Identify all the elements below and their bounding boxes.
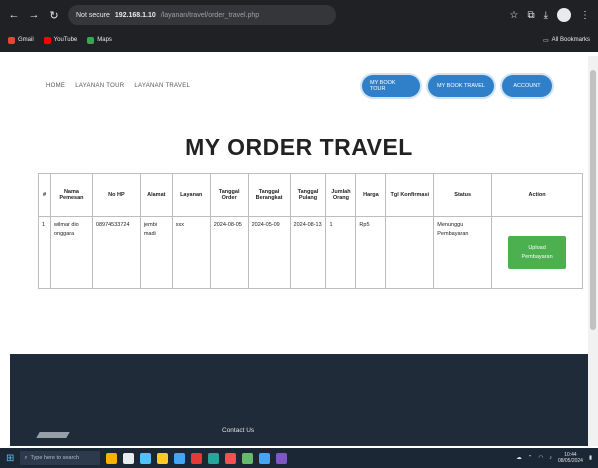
scrollbar-thumb[interactable] <box>590 70 596 330</box>
col-header-status: Status <box>433 173 493 217</box>
bookmark-maps[interactable]: Maps <box>87 36 112 44</box>
col-header-action: Action <box>491 173 583 217</box>
table-header-row: # Nama Pemesan No HP Alamat Layanan Tang… <box>38 173 583 217</box>
nav-links: HOME LAYANAN TOUR LAYANAN TRAVEL <box>46 83 190 89</box>
taskbar-app-icon[interactable] <box>157 452 169 464</box>
address-bar[interactable]: Not secure 192.168.1.10 /layanan/travel/… <box>68 5 336 25</box>
url-path: /layanan/travel/order_travel.php <box>160 11 260 19</box>
taskbar-app-icon[interactable] <box>242 452 254 464</box>
upload-pembayaran-button[interactable]: Upload Pembayaran <box>508 236 567 269</box>
weather-icon[interactable]: ☁ <box>516 455 522 461</box>
account-button[interactable]: ACCOUNT <box>502 75 552 97</box>
youtube-icon <box>43 36 51 44</box>
page-title: MY ORDER TRAVEL <box>185 134 413 160</box>
col-header-hp: No HP <box>91 173 141 217</box>
cell-tgl-konfirmasi <box>385 216 435 289</box>
taskbar-app-icon[interactable] <box>123 452 135 464</box>
footer-logo <box>36 432 70 438</box>
cell-tgl-order: 2024-08-05 <box>209 216 249 289</box>
cell-hp: 08974533724 <box>91 216 141 289</box>
contact-us-heading: Contact Us <box>222 427 255 434</box>
taskbar-app-icon[interactable] <box>140 452 152 464</box>
extensions-icon[interactable]: ⧉ <box>527 10 534 21</box>
nav-layanan-travel[interactable]: LAYANAN TRAVEL <box>134 83 190 89</box>
bookmarks-bar: Gmail YouTube Maps ▭ All Bookmarks <box>0 32 598 48</box>
cell-status: Menunggu Pembayaran <box>433 216 493 289</box>
browser-chrome: ← → ↻ Not secure 192.168.1.10 /layanan/t… <box>0 0 598 52</box>
reload-icon[interactable]: ↻ <box>48 9 60 22</box>
col-header-harga: Harga <box>355 173 387 217</box>
taskbar-app-icon[interactable] <box>208 452 220 464</box>
col-header-layanan: Layanan <box>171 173 211 217</box>
site-header: HOME LAYANAN TOUR LAYANAN TRAVEL MY BOOK… <box>0 56 598 116</box>
browser-actions: ☆ ⧉ ⤓ ⋮ <box>509 8 590 22</box>
windows-start-icon[interactable]: ⊞ <box>6 453 14 464</box>
maps-icon <box>87 36 95 44</box>
col-header-nama: Nama Pemesan <box>49 173 93 217</box>
notification-icon[interactable]: ▮ <box>589 455 592 461</box>
windows-taskbar: ⊞ ⌕ Type here to search ☁ ⌃ ◠ ♪ 10:44 08… <box>0 448 598 468</box>
gmail-icon <box>8 36 15 44</box>
back-icon[interactable]: ← <box>8 9 20 21</box>
chevron-up-icon[interactable]: ⌃ <box>528 455 533 461</box>
cell-layanan: xxx <box>171 216 211 289</box>
url-host: 192.168.1.10 <box>114 11 156 19</box>
my-book-travel-button[interactable]: MY BOOK TRAVEL <box>428 75 494 97</box>
nav-buttons: MY BOOK TOUR MY BOOK TRAVEL ACCOUNT <box>362 75 552 97</box>
taskbar-app-icon[interactable] <box>276 452 288 464</box>
order-table: # Nama Pemesan No HP Alamat Layanan Tang… <box>38 173 583 289</box>
my-book-tour-button[interactable]: MY BOOK TOUR <box>362 75 420 97</box>
cell-harga: Rp5 <box>355 216 387 289</box>
forward-icon[interactable]: → <box>28 9 40 21</box>
folder-icon: ▭ <box>542 37 549 44</box>
security-indicator[interactable]: Not secure <box>76 12 110 19</box>
taskbar-app-icon[interactable] <box>106 452 118 464</box>
profile-avatar[interactable] <box>557 8 571 22</box>
taskbar-search[interactable]: ⌕ Type here to search <box>20 451 101 465</box>
all-bookmarks[interactable]: ▭ All Bookmarks <box>543 37 590 44</box>
menu-icon[interactable]: ⋮ <box>580 10 590 21</box>
taskbar-app-icon[interactable] <box>225 452 237 464</box>
col-header-tgl-konfirmasi: Tgl Konfirmasi <box>385 173 435 217</box>
col-header-no: # <box>38 173 51 217</box>
col-header-tgl-order: Tanggal Order <box>209 173 249 217</box>
star-icon[interactable]: ☆ <box>509 10 518 21</box>
download-icon[interactable]: ⤓ <box>544 10 548 21</box>
taskbar-app-icon[interactable] <box>174 452 186 464</box>
nav-layanan-tour[interactable]: LAYANAN TOUR <box>75 83 124 89</box>
clock[interactable]: 10:44 08/05/2024 <box>558 452 583 464</box>
cell-alamat: jembi madi <box>139 216 173 289</box>
volume-icon[interactable]: ♪ <box>549 455 552 461</box>
col-header-tgl-pulang: Tanggal Pulang <box>289 173 327 217</box>
system-tray: ☁ ⌃ ◠ ♪ 10:44 08/05/2024 ▮ <box>516 452 592 464</box>
cell-tgl-berangkat: 2024-05-09 <box>247 216 291 289</box>
search-placeholder: Type here to search <box>30 455 80 461</box>
taskbar-app-icon[interactable] <box>259 452 271 464</box>
table-row: 1 wilmar dio onggara 08974533724 jembi m… <box>38 216 583 289</box>
cell-action: Upload Pembayaran <box>491 216 583 289</box>
cell-no: 1 <box>38 216 51 289</box>
wifi-icon[interactable]: ◠ <box>538 455 543 461</box>
toolbar: ← → ↻ Not secure 192.168.1.10 /layanan/t… <box>0 0 598 30</box>
col-header-jumlah: Jumlah Orang <box>325 173 357 217</box>
search-icon: ⌕ <box>24 454 28 461</box>
col-header-tgl-berangkat: Tanggal Berangkat <box>247 173 291 217</box>
clock-date: 08/05/2024 <box>557 458 583 464</box>
col-header-alamat: Alamat <box>139 173 173 217</box>
bookmark-gmail[interactable]: Gmail <box>8 36 34 44</box>
cell-tgl-pulang: 2024-08-13 <box>289 216 327 289</box>
page-scrollbar[interactable] <box>588 56 598 446</box>
cell-jumlah: 1 <box>325 216 357 289</box>
taskbar-app-icon[interactable] <box>191 452 203 464</box>
bookmark-youtube[interactable]: YouTube <box>43 36 77 44</box>
site-footer: Contact Us <box>10 354 588 446</box>
cell-nama: wilmar dio onggara <box>49 216 93 289</box>
nav-home[interactable]: HOME <box>46 83 65 89</box>
